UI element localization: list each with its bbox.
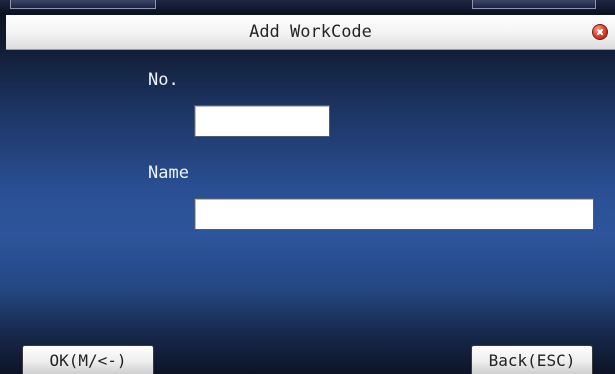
device-screen: Add WorkCode No. Name OK(M/<-) Back(ESC) [0,0,615,374]
number-input[interactable] [194,105,330,137]
name-input[interactable] [194,198,594,230]
name-label: Name [148,163,189,183]
close-icon[interactable] [592,24,608,40]
number-label: No. [148,70,179,90]
top-menu-strip [0,0,615,14]
ok-button[interactable]: OK(M/<-) [22,345,154,374]
dialog-title-bar: Add WorkCode [6,15,615,50]
dialog-title: Add WorkCode [249,22,372,42]
back-button[interactable]: Back(ESC) [471,345,593,374]
top-tab-left [10,0,156,9]
top-tab-right [472,0,596,9]
